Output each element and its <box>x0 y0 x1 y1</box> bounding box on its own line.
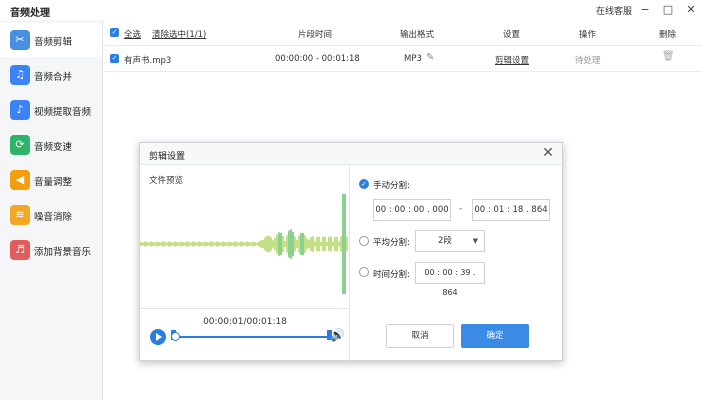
range-dash: - <box>459 204 463 214</box>
cancel-button[interactable]: 取消 <box>386 324 454 348</box>
trash-icon[interactable]: 🗑 <box>662 51 675 62</box>
sidebar-item[interactable]: ♫ 音频合并 <box>0 58 102 92</box>
title-bar: 音频处理 在线客服 − □ ✕ <box>0 0 702 20</box>
dialog-header: 剪辑设置 ✕ <box>140 143 562 165</box>
sidebar-item[interactable]: ≋ 噪音消除 <box>0 198 102 232</box>
average-split-radio[interactable] <box>359 236 369 246</box>
close-button[interactable]: ✕ <box>683 2 699 18</box>
status-text: 待处理 <box>575 56 601 66</box>
volume-icon: ◀ <box>10 170 30 190</box>
play-icon[interactable] <box>150 329 166 345</box>
header-delete: 删除 <box>659 30 677 40</box>
clip-settings-link[interactable]: 剪辑设置 <box>495 54 529 66</box>
select-all-checkbox[interactable]: ✓ <box>110 28 119 37</box>
sidebar-item-label: 添加背景音乐 <box>34 247 92 258</box>
table-row[interactable]: ✓ 有声书.mp3 00:00:00 - 00:01:18 MP3 ✎ 剪辑设置… <box>104 46 702 72</box>
time-split-input[interactable]: 00 : 00 : 39 . 864 <box>415 262 485 297</box>
edit-icon[interactable]: ✎ <box>426 52 434 63</box>
sidebar-item[interactable]: ✂ 音频剪辑 <box>0 23 102 57</box>
sidebar-item-label: 噪音消除 <box>34 212 73 223</box>
manual-end-input[interactable]: 00 : 01 : 18 . 864 <box>472 199 550 221</box>
preview-pane: 文件预览 00:00:01/00:01:18 🔊 <box>140 166 350 361</box>
chevron-down-icon: ▼ <box>472 237 478 245</box>
confirm-button[interactable]: 确定 <box>461 324 529 348</box>
header-settings: 设置 <box>503 30 521 40</box>
sidebar-item-label: 音量调整 <box>34 177 73 188</box>
sidebar-item[interactable]: ♬ 添加背景音乐 <box>0 233 102 267</box>
waveform <box>140 194 348 294</box>
dialog-close-icon[interactable]: ✕ <box>540 145 556 161</box>
minimize-button[interactable]: − <box>637 2 653 18</box>
sidebar-item-label: 音频合并 <box>34 72 73 83</box>
manual-start-input[interactable]: 00 : 00 : 00 . 000 <box>373 199 451 221</box>
select-all-label[interactable]: 全选 <box>124 28 141 40</box>
volume-icon[interactable]: 🔊 <box>330 328 345 342</box>
clear-selection-link[interactable]: 清除选中(1/1) <box>152 28 206 40</box>
sidebar-item-label: 音频剪辑 <box>34 37 73 48</box>
player-bar: 00:00:01/00:01:18 🔊 <box>140 308 350 361</box>
row-checkbox[interactable]: ✓ <box>110 54 119 63</box>
noise-icon: ≋ <box>10 205 30 225</box>
header-action: 操作 <box>579 30 597 40</box>
preview-label: 文件预览 <box>149 176 184 186</box>
sidebar-item[interactable]: ♪ 视频提取音频 <box>0 93 102 127</box>
scissors-icon: ✂ <box>10 30 30 50</box>
output-format[interactable]: MP3 <box>404 54 422 64</box>
average-split-select[interactable]: 2段 ▼ <box>415 230 485 252</box>
extract-audio-icon: ♪ <box>10 100 30 120</box>
segment-time: 00:00:00 - 00:01:18 <box>275 54 360 64</box>
sidebar-item[interactable]: ⟳ 音频变速 <box>0 128 102 162</box>
manual-split-radio[interactable]: ✓ <box>359 179 369 189</box>
header-format: 输出格式 <box>400 30 435 40</box>
table-header: ✓ 全选 清除选中(1/1) 片段时间 输出格式 设置 操作 删除 <box>104 20 702 46</box>
header-segment: 片段时间 <box>298 30 333 40</box>
sidebar-item-label: 视频提取音频 <box>34 107 92 118</box>
player-time: 00:00:01/00:01:18 <box>203 317 287 327</box>
time-split-radio[interactable] <box>359 267 369 277</box>
speed-icon: ⟳ <box>10 135 30 155</box>
average-split-label: 平均分割: <box>373 238 410 248</box>
average-split-value: 2段 <box>438 236 452 246</box>
sidebar-item-label: 音频变速 <box>34 142 73 153</box>
app-title: 音频处理 <box>10 8 50 19</box>
bg-music-icon: ♬ <box>10 240 30 260</box>
maximize-button[interactable]: □ <box>660 2 676 18</box>
clip-settings-dialog: 剪辑设置 ✕ 文件预览 00:00:01/00:01:18 🔊 ✓ 手动分割: … <box>139 142 563 361</box>
dialog-title: 剪辑设置 <box>149 152 186 162</box>
progress-track[interactable] <box>173 336 329 338</box>
time-split-label: 时间分割: <box>373 270 410 280</box>
playhead-knob[interactable] <box>171 332 180 341</box>
sidebar-item[interactable]: ◀ 音量调整 <box>0 163 102 197</box>
split-options: ✓ 手动分割: 00 : 00 : 00 . 000 - 00 : 01 : 1… <box>351 166 562 361</box>
online-service-link[interactable]: 在线客服 <box>596 4 632 17</box>
merge-music-icon: ♫ <box>10 65 30 85</box>
manual-split-label: 手动分割: <box>373 181 410 191</box>
file-name: 有声书.mp3 <box>124 56 172 66</box>
sidebar: ✂ 音频剪辑 ♫ 音频合并 ♪ 视频提取音频 ⟳ 音频变速 ◀ 音量调整 ≋ 噪音消除 ♬ 添加背景音乐 <box>0 20 103 400</box>
